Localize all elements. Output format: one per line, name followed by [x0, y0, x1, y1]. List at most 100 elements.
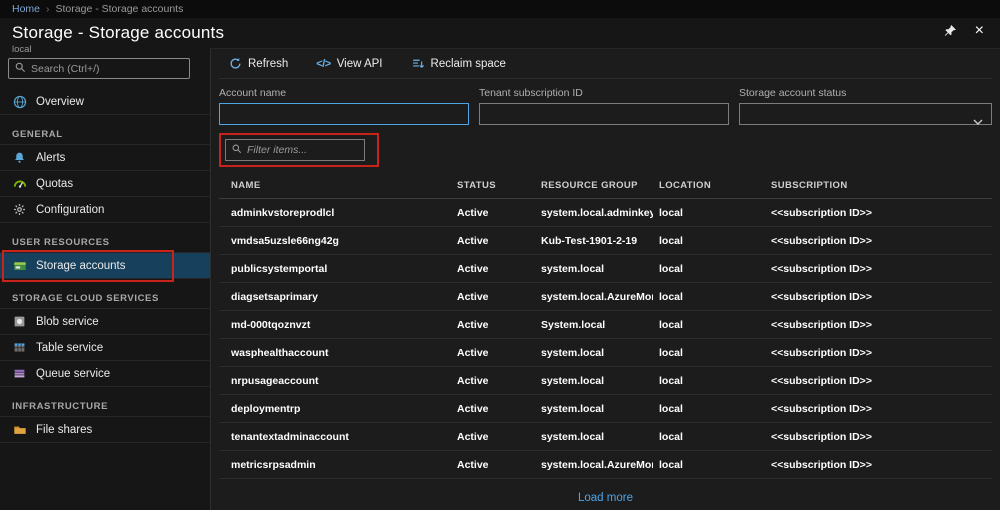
tenant-subscription-input[interactable] — [479, 103, 729, 125]
view-api-button[interactable]: </> View API — [316, 58, 382, 70]
cell-name[interactable]: diagsetsaprimary — [219, 291, 451, 303]
breadcrumb-current: Storage - Storage accounts — [56, 3, 184, 15]
sidebar-item-label: File shares — [36, 424, 92, 436]
storage-account-status-label: Storage account status — [739, 87, 992, 99]
reclaim-icon — [411, 57, 425, 70]
sidebar-item-configuration[interactable]: Configuration — [0, 197, 210, 223]
sidebar-item-storage-accounts[interactable]: Storage accounts — [0, 253, 210, 279]
cell-resource-group: System.local — [535, 319, 653, 331]
cell-subscription: <<subscription ID>> — [765, 291, 992, 303]
cell-location: local — [653, 207, 765, 219]
filter-items-input[interactable] — [247, 144, 359, 156]
table-row[interactable]: adminkvstoreprodlcl Active system.local.… — [219, 199, 992, 227]
reclaim-space-button[interactable]: Reclaim space — [411, 57, 506, 70]
sidebar-item-overview[interactable]: Overview — [0, 89, 210, 115]
sidebar-item-label: Blob service — [36, 316, 99, 328]
sidebar-item-quotas[interactable]: Quotas — [0, 171, 210, 197]
cell-status: Active — [451, 403, 535, 415]
refresh-label: Refresh — [248, 58, 288, 70]
cell-location: local — [653, 235, 765, 247]
blade-header-actions: × — [943, 24, 984, 38]
cell-location: local — [653, 347, 765, 359]
cell-subscription: <<subscription ID>> — [765, 459, 992, 471]
cell-status: Active — [451, 291, 535, 303]
sidebar-item-label: Table service — [36, 342, 103, 354]
chevron-down-icon — [973, 112, 983, 130]
cell-subscription: <<subscription ID>> — [765, 375, 992, 387]
load-more-link[interactable]: Load more — [578, 492, 633, 504]
breadcrumb-home[interactable]: Home — [12, 3, 40, 15]
cell-name[interactable]: metricsrpsadmin — [219, 459, 451, 471]
breadcrumb: Home › Storage - Storage accounts — [0, 0, 1000, 18]
column-header-resource-group[interactable]: RESOURCE GROUP — [535, 180, 653, 191]
code-icon: </> — [316, 58, 330, 70]
column-header-location[interactable]: LOCATION — [653, 180, 765, 191]
cell-location: local — [653, 459, 765, 471]
tenant-subscription-label: Tenant subscription ID — [479, 87, 729, 99]
view-api-label: View API — [337, 58, 383, 70]
table-row[interactable]: nrpusageaccount Active system.local loca… — [219, 367, 992, 395]
sidebar-item-file-shares[interactable]: File shares — [0, 417, 210, 443]
sidebar-section-infrastructure: INFRASTRUCTURE — [0, 387, 210, 417]
account-name-input[interactable] — [219, 103, 469, 125]
cell-location: local — [653, 291, 765, 303]
filter-row: Account name Tenant subscription ID Stor… — [219, 87, 992, 125]
pin-icon[interactable] — [943, 24, 957, 38]
table-row[interactable]: tenantextadminaccount Active system.loca… — [219, 423, 992, 451]
cell-location: local — [653, 263, 765, 275]
table-row[interactable]: diagsetsaprimary Active system.local.Azu… — [219, 283, 992, 311]
sidebar-section-general: GENERAL — [0, 115, 210, 145]
filter-items-box[interactable] — [225, 139, 365, 161]
table-row[interactable]: vmdsa5uzsle66ng42g Active Kub-Test-1901-… — [219, 227, 992, 255]
cell-resource-group: system.local — [535, 375, 653, 387]
sidebar-search-input[interactable] — [31, 63, 184, 75]
refresh-button[interactable]: Refresh — [229, 57, 288, 70]
sidebar-item-table-service[interactable]: Table service — [0, 335, 210, 361]
cell-resource-group: system.local — [535, 431, 653, 443]
cell-name[interactable]: vmdsa5uzsle66ng42g — [219, 235, 451, 247]
cell-resource-group: system.local.adminkeyv... — [535, 207, 653, 219]
table-row[interactable]: wasphealthaccount Active system.local lo… — [219, 339, 992, 367]
sidebar-item-blob-service[interactable]: Blob service — [0, 309, 210, 335]
cell-subscription: <<subscription ID>> — [765, 263, 992, 275]
refresh-icon — [229, 57, 242, 70]
cell-subscription: <<subscription ID>> — [765, 347, 992, 359]
column-header-status[interactable]: STATUS — [451, 180, 535, 191]
cell-name[interactable]: adminkvstoreprodlcl — [219, 207, 451, 219]
table-body: adminkvstoreprodlcl Active system.local.… — [219, 199, 992, 479]
status-dropdown[interactable] — [739, 103, 992, 125]
cell-name[interactable]: publicsystemportal — [219, 263, 451, 275]
cell-status: Active — [451, 235, 535, 247]
sidebar: Overview GENERAL Alerts Quotas Configura… — [0, 52, 210, 510]
table-row[interactable]: deploymentrp Active system.local local <… — [219, 395, 992, 423]
column-header-subscription[interactable]: SUBSCRIPTION — [765, 180, 992, 191]
sidebar-search[interactable] — [8, 58, 190, 79]
breadcrumb-separator: › — [46, 3, 50, 15]
annotation-box-filter-items — [219, 133, 379, 167]
globe-icon — [12, 94, 27, 109]
column-header-name[interactable]: NAME — [219, 180, 451, 191]
sidebar-item-label: Storage accounts — [36, 260, 126, 272]
cell-subscription: <<subscription ID>> — [765, 431, 992, 443]
cell-name[interactable]: tenantextadminaccount — [219, 431, 451, 443]
cell-status: Active — [451, 375, 535, 387]
sidebar-item-label: Quotas — [36, 178, 73, 190]
close-icon[interactable]: × — [975, 25, 984, 37]
sidebar-item-alerts[interactable]: Alerts — [0, 145, 210, 171]
cell-location: local — [653, 431, 765, 443]
gauge-icon — [12, 176, 27, 191]
cell-status: Active — [451, 347, 535, 359]
cell-name[interactable]: wasphealthaccount — [219, 347, 451, 359]
settings-icon — [12, 202, 27, 217]
search-icon — [231, 141, 242, 159]
sidebar-item-queue-service[interactable]: Queue service — [0, 361, 210, 387]
cell-location: local — [653, 403, 765, 415]
cell-resource-group: system.local — [535, 347, 653, 359]
table-row[interactable]: publicsystemportal Active system.local l… — [219, 255, 992, 283]
sidebar-section-storage-cloud-services: STORAGE CLOUD SERVICES — [0, 279, 210, 309]
table-row[interactable]: metricsrpsadmin Active system.local.Azur… — [219, 451, 992, 479]
cell-name[interactable]: nrpusageaccount — [219, 375, 451, 387]
cell-name[interactable]: md-000tqoznvzt — [219, 319, 451, 331]
table-row[interactable]: md-000tqoznvzt Active System.local local… — [219, 311, 992, 339]
cell-name[interactable]: deploymentrp — [219, 403, 451, 415]
